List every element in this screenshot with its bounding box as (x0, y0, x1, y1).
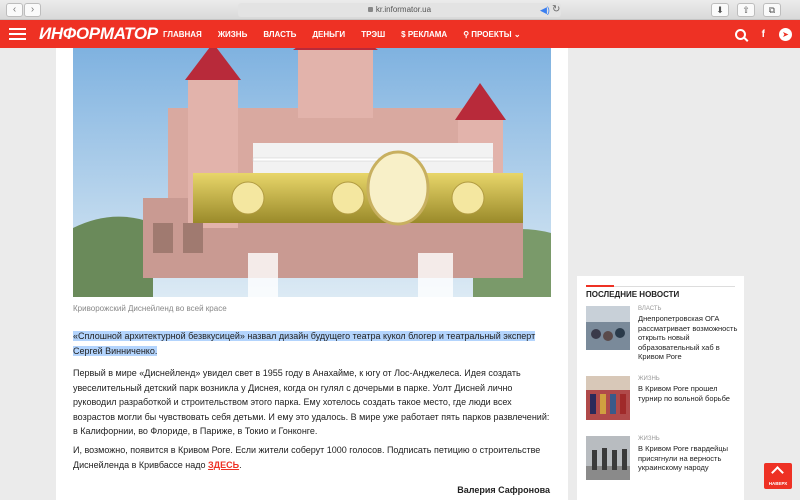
reload-icon[interactable]: ↻ (552, 4, 560, 15)
url-text: kr.informator.ua (375, 5, 432, 14)
article-paragraph: Первый в мире «Диснейленд» увидел свет в… (73, 368, 550, 436)
lock-icon (367, 7, 373, 12)
article-paragraph-2: И, возможно, появится в Кривом Роге. Есл… (73, 443, 551, 472)
audio-icon[interactable]: ◀) (540, 5, 550, 16)
search-icon[interactable] (734, 28, 746, 40)
paragraph-text: И, возможно, появится в Кривом Роге. Есл… (73, 445, 541, 470)
article-image (73, 48, 551, 297)
site-header: ИНФОРМАТОР ГЛАВНАЯ ЖИЗНЬ ВЛАСТЬ ДЕНЬГИ Т… (0, 20, 800, 48)
menu-icon[interactable] (9, 28, 26, 40)
article-author: Валерия Сафронова (457, 485, 550, 495)
petition-link[interactable]: ЗДЕСЬ (208, 460, 239, 470)
lead-text: «Сплошной архитектурной безвкусицей» наз… (73, 331, 536, 356)
latest-news-widget: ПОСЛЕДНИЕ НОВОСТИ ВЛАСТЬ Днепропетровска… (577, 276, 744, 500)
news-title[interactable]: В Кривом Роге прошел турнир по вольной б… (638, 384, 738, 403)
news-category: ЖИЗНЬ (638, 436, 660, 442)
widget-title: ПОСЛЕДНИЕ НОВОСТИ (586, 290, 680, 299)
download-button[interactable]: ⬇ (711, 3, 729, 17)
nav-item-ads[interactable]: $ РЕКЛАМА (401, 30, 447, 39)
facebook-icon[interactable]: f (762, 29, 765, 40)
news-thumbnail[interactable] (586, 436, 630, 480)
news-thumbnail[interactable] (586, 376, 630, 420)
image-caption: Криворожский Диснейленд во всей красе (73, 304, 227, 313)
article-lead: «Сплошной архитектурной безвкусицей» наз… (73, 329, 551, 358)
nav-item-main[interactable]: ГЛАВНАЯ (163, 30, 202, 39)
chevron-up-icon (771, 466, 784, 479)
back-to-top-button[interactable]: НАВЕРХ (764, 463, 792, 489)
article: Криворожский Диснейленд во всей красе «С… (56, 48, 568, 500)
nav-item-projects[interactable]: ⚲ ПРОЕКТЫ ⌄ (463, 30, 520, 39)
nav-item-life[interactable]: ЖИЗНЬ (218, 30, 248, 39)
news-title[interactable]: В Кривом Роге гвардейцы присягнули на ве… (638, 444, 738, 473)
telegram-icon[interactable]: ➤ (779, 27, 792, 41)
nav-item-power[interactable]: ВЛАСТЬ (263, 30, 296, 39)
nav-item-trash[interactable]: ТРЭШ (361, 30, 385, 39)
address-bar[interactable]: kr.informator.ua ◀) ↻ (238, 3, 561, 17)
forward-button[interactable]: › (24, 3, 41, 17)
paragraph-end: . (239, 459, 242, 470)
back-to-top-label: НАВЕРХ (768, 481, 788, 486)
browser-toolbar: ‹ › kr.informator.ua ◀) ↻ ⬇ ⇧ ⧉ (0, 0, 800, 20)
news-thumbnail[interactable] (586, 306, 630, 350)
nav-item-money[interactable]: ДЕНЬГИ (312, 30, 345, 39)
back-button[interactable]: ‹ (6, 3, 23, 17)
main-nav: ГЛАВНАЯ ЖИЗНЬ ВЛАСТЬ ДЕНЬГИ ТРЭШ $ РЕКЛА… (163, 20, 537, 48)
news-category: ВЛАСТЬ (638, 306, 662, 312)
share-button[interactable]: ⇧ (737, 3, 755, 17)
site-logo[interactable]: ИНФОРМАТОР (39, 23, 158, 45)
tabs-button[interactable]: ⧉ (763, 3, 781, 17)
news-category: ЖИЗНЬ (638, 376, 660, 382)
news-title[interactable]: Днепропетровская ОГА рассматривает возмо… (638, 314, 738, 362)
